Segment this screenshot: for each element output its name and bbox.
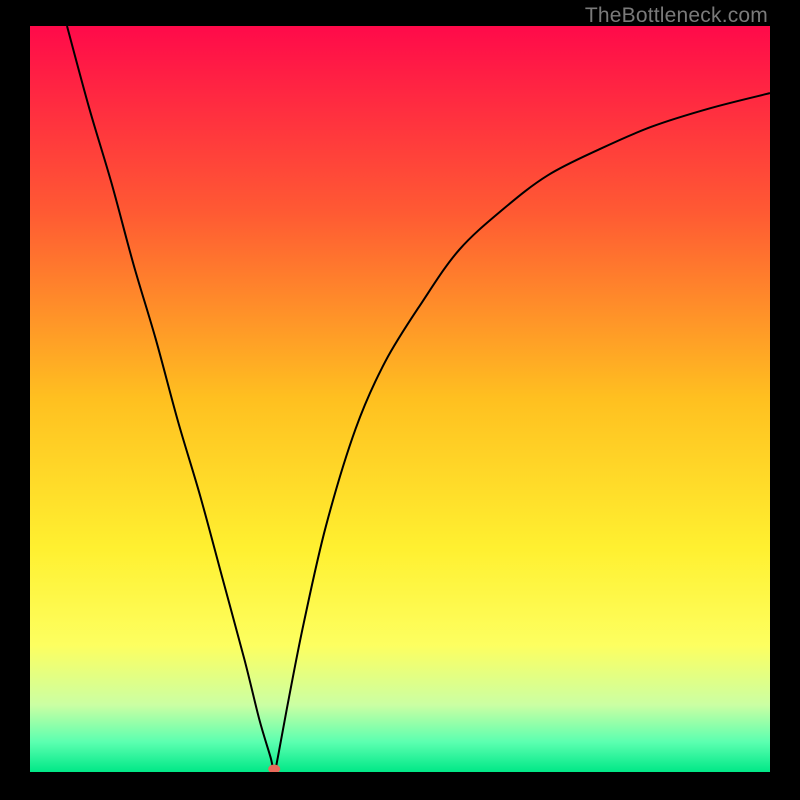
gradient-background (30, 26, 770, 772)
bottleneck-chart (30, 26, 770, 772)
chart-frame (30, 26, 770, 772)
watermark-text: TheBottleneck.com (585, 4, 768, 28)
